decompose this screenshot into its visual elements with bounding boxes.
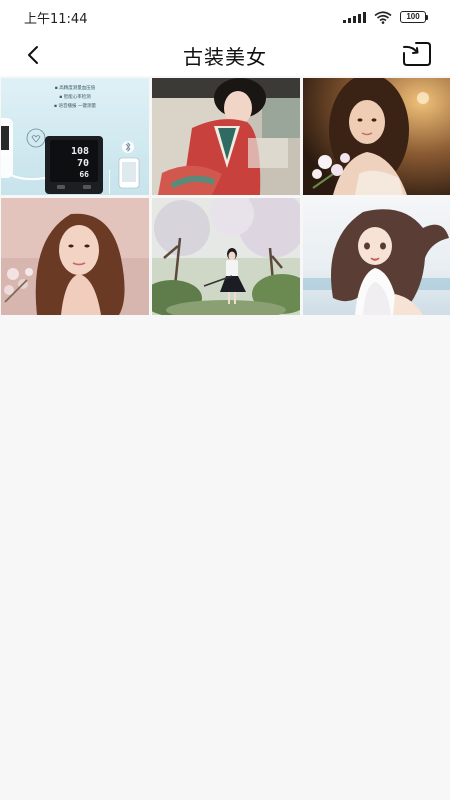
wifi-icon bbox=[374, 10, 392, 24]
ad-dia-value: 70 bbox=[77, 158, 89, 169]
ad-line-3: ▪ 语音播报 一键测量 bbox=[54, 102, 96, 109]
battery-level: 100 bbox=[400, 11, 426, 23]
wallpaper-apply-icon bbox=[403, 42, 431, 66]
woman-with-flowers-image bbox=[303, 78, 450, 195]
ad-sys-value: 108 bbox=[71, 146, 89, 157]
set-wallpaper-button[interactable] bbox=[400, 38, 434, 70]
girl-spring-trees-image bbox=[152, 198, 300, 315]
status-icons: 100 bbox=[343, 10, 428, 24]
status-time: 上午11:44 bbox=[24, 11, 88, 27]
status-bar: 上午11:44 100 bbox=[0, 0, 450, 34]
woman-portrait-image bbox=[1, 198, 149, 315]
gallery-image-3[interactable] bbox=[303, 78, 450, 195]
battery-icon: 100 bbox=[400, 11, 428, 23]
gallery-image-6[interactable] bbox=[303, 198, 450, 315]
gallery-image-1[interactable]: ▪ 高精度测量血压值 ▪ 智能心率检测 ▪ 语音播报 一键测量 108 70 6… bbox=[1, 78, 149, 195]
hanfu-woman-image bbox=[152, 78, 300, 195]
ad-pulse-value: 66 bbox=[79, 170, 89, 179]
back-button[interactable] bbox=[18, 40, 48, 70]
gallery-image-4[interactable] bbox=[1, 198, 149, 315]
gallery-image-2[interactable] bbox=[152, 78, 300, 195]
image-grid: ▪ 高精度测量血压值 ▪ 智能心率检测 ▪ 语音播报 一键测量 108 70 6… bbox=[0, 78, 450, 315]
signal-icon bbox=[343, 11, 366, 23]
page-title: 古装美女 bbox=[183, 44, 267, 69]
gallery-image-5[interactable] bbox=[152, 198, 300, 315]
blood-pressure-ad-image: ▪ 高精度测量血压值 ▪ 智能心率检测 ▪ 语音播报 一键测量 108 70 6… bbox=[1, 78, 149, 195]
chevron-left-icon bbox=[28, 46, 38, 64]
anime-girl-image bbox=[303, 198, 450, 315]
title-bar: 古装美女 bbox=[0, 34, 450, 76]
ad-line-2: ▪ 智能心率检测 bbox=[59, 93, 91, 100]
ad-line-1: ▪ 高精度测量血压值 bbox=[55, 84, 96, 91]
